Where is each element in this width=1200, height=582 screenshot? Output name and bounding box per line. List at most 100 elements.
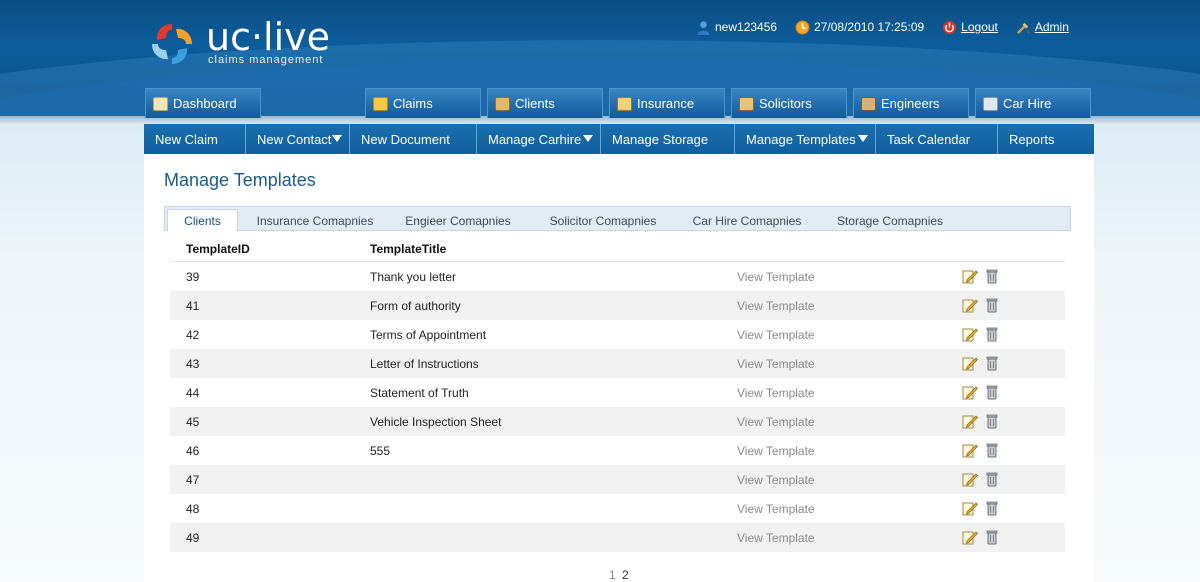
sub-navigation: New Claim New Contact New Document Manag…	[144, 124, 1094, 154]
view-template-link[interactable]: View Template	[737, 299, 815, 313]
template-id: 49	[186, 531, 200, 545]
main-tab-label: Clients	[515, 96, 555, 111]
main-tab-car-hire[interactable]: Car Hire	[975, 88, 1091, 118]
datetime: 27/08/2010 17:25:09	[814, 20, 925, 34]
view-template-link[interactable]: View Template	[737, 357, 815, 371]
table-row: 48 View Template	[170, 494, 1065, 523]
tab-insurance-companies[interactable]: Insurance Comapnies	[247, 210, 383, 231]
subnav-new-contact[interactable]: New Contact	[246, 124, 350, 154]
template-id: 42	[186, 328, 200, 342]
edit-icon[interactable]	[962, 268, 978, 284]
table-row: 47 View Template	[170, 465, 1065, 494]
main-tab-label: Solicitors	[759, 96, 812, 111]
edit-icon[interactable]	[962, 471, 978, 487]
brand-name: uc·live	[206, 15, 331, 59]
delete-trash-icon[interactable]	[984, 442, 1000, 458]
logout[interactable]: Logout	[942, 20, 998, 35]
main-tab-solicitors[interactable]: Solicitors	[731, 88, 847, 118]
delete-trash-icon[interactable]	[984, 529, 1000, 545]
edit-icon[interactable]	[962, 500, 978, 516]
delete-trash-icon[interactable]	[984, 326, 1000, 342]
main-tab-label: Claims	[393, 96, 433, 111]
view-template-link[interactable]: View Template	[737, 270, 815, 284]
main-tab-clients[interactable]: Clients	[487, 88, 603, 118]
clients-icon	[495, 96, 510, 111]
main-tab-insurance[interactable]: Insurance	[609, 88, 725, 118]
power-icon	[943, 20, 957, 34]
subnav-label: Manage Storage	[612, 131, 709, 147]
edit-icon[interactable]	[962, 355, 978, 371]
edit-icon[interactable]	[962, 442, 978, 458]
subnav-new-document[interactable]: New Document	[350, 124, 477, 154]
template-id: 43	[186, 357, 200, 371]
edit-icon[interactable]	[962, 326, 978, 342]
admin[interactable]: Admin	[1016, 20, 1069, 35]
tab-solicitor-companies[interactable]: Solicitor Comapnies	[537, 210, 669, 231]
view-template-link[interactable]: View Template	[737, 502, 815, 516]
insurance-icon	[617, 96, 632, 111]
tab-car-hire-companies[interactable]: Car Hire Comapnies	[683, 210, 811, 231]
content-panel: Manage Templates Clients Insurance Comap…	[144, 154, 1094, 582]
datetime-display: 27/08/2010 17:25:09	[795, 19, 925, 35]
template-category-tabs: Clients Insurance Comapnies Engieer Coma…	[164, 206, 1071, 232]
subnav-label: New Contact	[257, 131, 332, 147]
view-template-link[interactable]: View Template	[737, 444, 815, 458]
subnav-manage-storage[interactable]: Manage Storage	[601, 124, 735, 154]
view-template-link[interactable]: View Template	[737, 473, 815, 487]
delete-trash-icon[interactable]	[984, 384, 1000, 400]
admin-tools-icon	[1016, 22, 1030, 34]
template-id: 45	[186, 415, 200, 429]
table-row: 44 Statement of Truth View Template	[170, 378, 1065, 407]
edit-icon[interactable]	[962, 384, 978, 400]
template-title: Vehicle Inspection Sheet	[370, 415, 502, 429]
logo[interactable]: uc·live claims management	[148, 16, 338, 70]
pagination: 1 2	[609, 568, 632, 582]
table-row: 42 Terms of Appointment View Template	[170, 320, 1065, 349]
tab-engineer-companies[interactable]: Engieer Comapnies	[397, 210, 519, 231]
delete-trash-icon[interactable]	[984, 500, 1000, 516]
delete-trash-icon[interactable]	[984, 297, 1000, 313]
edit-icon[interactable]	[962, 413, 978, 429]
subnav-label: Manage Carhire	[488, 131, 582, 147]
view-template-link[interactable]: View Template	[737, 328, 815, 342]
page-link-1[interactable]: 1	[609, 568, 616, 582]
template-title: Statement of Truth	[370, 386, 469, 400]
view-template-link[interactable]: View Template	[737, 386, 815, 400]
subnav-reports[interactable]: Reports	[998, 124, 1094, 154]
edit-icon[interactable]	[962, 529, 978, 545]
main-tab-claims[interactable]: Claims	[365, 88, 481, 118]
column-header-template-id[interactable]: TemplateID	[186, 242, 250, 256]
engineers-icon	[861, 96, 876, 111]
username: new123456	[715, 20, 778, 34]
tab-storage-companies[interactable]: Storage Comapnies	[825, 210, 955, 231]
dropdown-arrow-icon	[583, 135, 593, 142]
subnav-manage-templates[interactable]: Manage Templates	[735, 124, 876, 154]
tab-clients[interactable]: Clients	[167, 209, 238, 232]
delete-trash-icon[interactable]	[984, 413, 1000, 429]
brand-tagline: claims management	[208, 54, 324, 66]
template-title: Terms of Appointment	[370, 328, 487, 342]
delete-trash-icon[interactable]	[984, 471, 1000, 487]
admin-link[interactable]: Admin	[1035, 20, 1069, 34]
main-tab-dashboard[interactable]: Dashboard	[145, 88, 261, 118]
subnav-task-calendar[interactable]: Task Calendar	[876, 124, 998, 154]
main-tab-engineers[interactable]: Engineers	[853, 88, 969, 118]
logout-link[interactable]: Logout	[961, 20, 998, 34]
template-title: 555	[370, 444, 391, 458]
table-body: 39 Thank you letter View Template 41 Form of…	[170, 262, 1065, 552]
templates-table: TemplateID TemplateTitle 39 Thank you let…	[170, 236, 1065, 552]
subnav-label: New Claim	[155, 131, 218, 147]
subnav-new-claim[interactable]: New Claim	[144, 124, 246, 154]
column-header-template-title[interactable]: TemplateTitle	[370, 242, 446, 256]
subnav-manage-carhire[interactable]: Manage Carhire	[477, 124, 601, 154]
table-row: 45 Vehicle Inspection Sheet View Template	[170, 407, 1065, 436]
user-info: new123456	[696, 20, 777, 35]
template-id: 41	[186, 299, 200, 313]
page-link-2[interactable]: 2	[622, 568, 629, 582]
delete-trash-icon[interactable]	[984, 355, 1000, 371]
view-template-link[interactable]: View Template	[737, 531, 815, 545]
edit-icon[interactable]	[962, 297, 978, 313]
table-header: TemplateID TemplateTitle	[170, 236, 1065, 262]
delete-trash-icon[interactable]	[984, 268, 1000, 284]
view-template-link[interactable]: View Template	[737, 415, 815, 429]
